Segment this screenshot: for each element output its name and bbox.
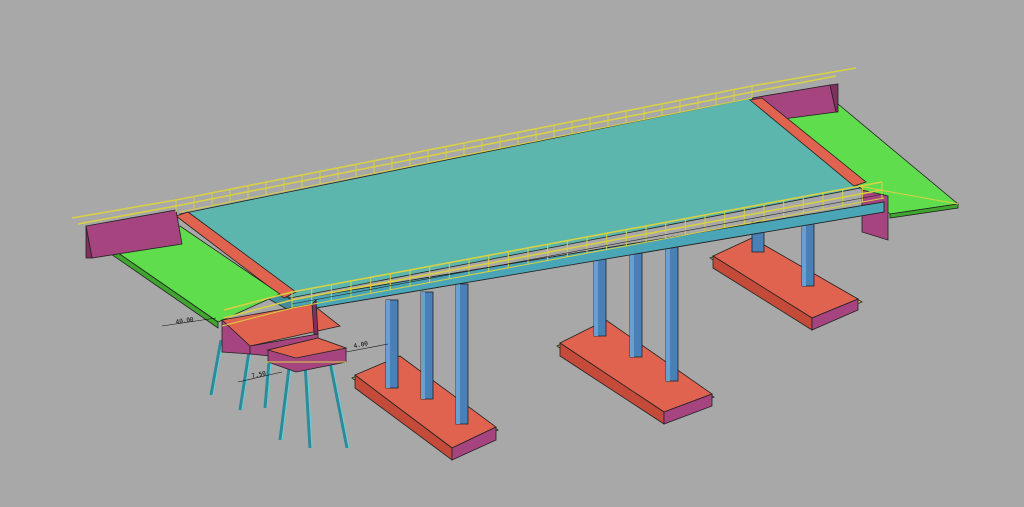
dimension-label: 4.00	[353, 340, 369, 350]
dimension-label: 7.50	[251, 370, 267, 380]
pile	[328, 361, 349, 449]
footing-rear	[709, 237, 863, 331]
pile	[238, 344, 252, 411]
pile	[209, 339, 223, 396]
bridge-3d-model: 40.00 7.50 4.00	[71, 67, 959, 461]
dimension-label: 40.00	[175, 316, 194, 326]
